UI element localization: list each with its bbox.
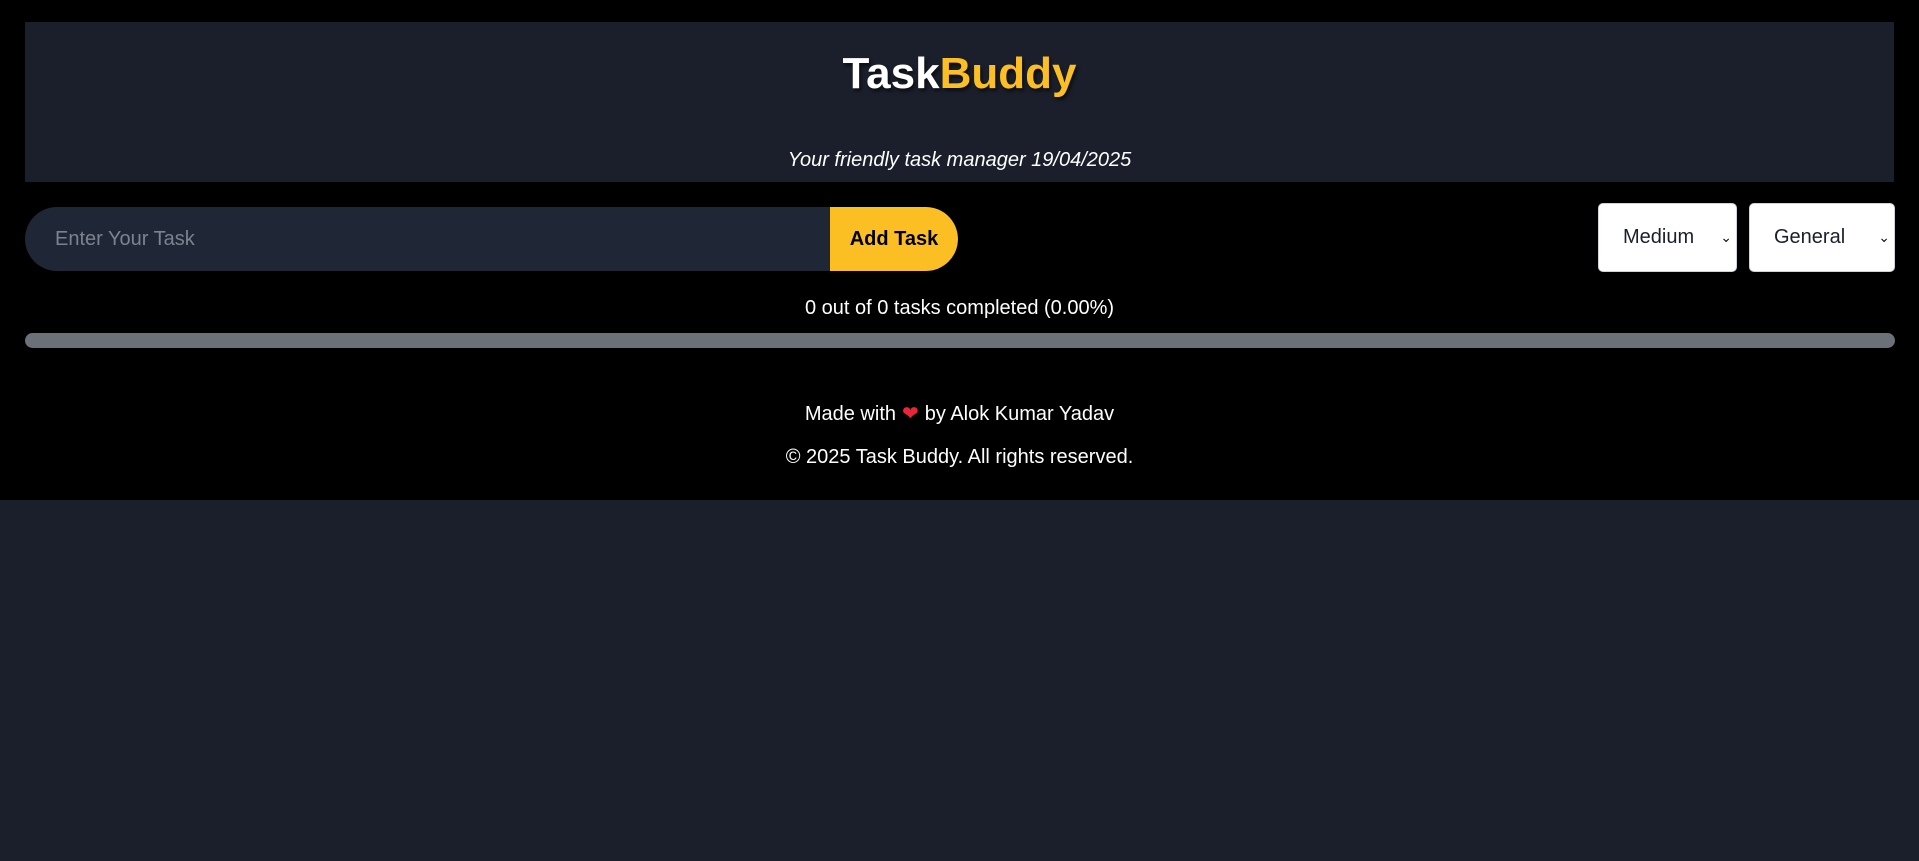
category-select[interactable]: General ⌄ [1749, 203, 1895, 272]
progress-text: 0 out of 0 tasks completed (0.00%) [804, 297, 1115, 319]
add-task-button[interactable]: Add Task [830, 207, 958, 271]
app-subtitle: Your friendly task manager 19/04/2025 [787, 149, 1132, 171]
app-title-part2: Buddy [939, 49, 1077, 98]
category-select-value: General [1774, 226, 1846, 248]
footer-made-with: Made with [804, 403, 896, 425]
chevron-down-icon: ⌄ [1720, 229, 1732, 245]
progress-bar [25, 333, 1895, 348]
footer-credits: Made with ❤ by Alok Kumar Yadav [0, 404, 1919, 424]
app-container: TaskBuddy Your friendly task manager 19/… [0, 0, 1919, 500]
app-title: TaskBuddy [25, 52, 1894, 96]
footer-copyright: © 2025 Task Buddy. All rights reserved. [785, 446, 1134, 468]
footer-author: by Alok Kumar Yadav [924, 403, 1115, 425]
chevron-down-icon: ⌄ [1878, 229, 1890, 245]
priority-select-value: Medium [1623, 226, 1695, 248]
task-form: Add Task [25, 207, 958, 271]
app-title-part1: Task [842, 49, 940, 98]
heart-icon: ❤ [902, 403, 919, 425]
task-input[interactable] [25, 207, 805, 271]
header: TaskBuddy Your friendly task manager 19/… [25, 22, 1894, 182]
priority-select[interactable]: Medium ⌄ [1598, 203, 1737, 272]
